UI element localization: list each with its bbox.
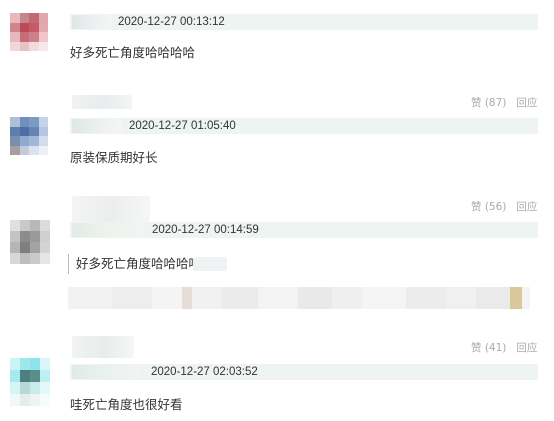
avatar[interactable] <box>10 117 48 155</box>
comment-header <box>70 364 538 380</box>
comment-timestamp: 2020-12-27 02:03:52 <box>151 366 258 378</box>
comment-actions: 赞 (41) 回应 <box>471 341 537 355</box>
comment-text: 哇死亡角度也很好看 <box>70 397 183 412</box>
reply-button[interactable]: 回应 <box>516 201 537 213</box>
quoted-comment: 好多死亡角度哈哈哈哈 <box>68 254 227 274</box>
username[interactable] <box>72 95 132 109</box>
username[interactable] <box>72 365 140 379</box>
image-strip[interactable] <box>68 287 530 309</box>
quoted-username <box>193 257 227 271</box>
username[interactable] <box>72 223 144 237</box>
comment-text: 好多死亡角度哈哈哈哈 <box>70 45 196 60</box>
username[interactable] <box>72 119 122 133</box>
comment-timestamp: 2020-12-27 00:14:59 <box>152 224 259 236</box>
quoted-comment-text: 好多死亡角度哈哈哈哈 <box>76 256 202 271</box>
comment-timestamp: 2020-12-27 00:13:12 <box>118 16 225 28</box>
reply-button[interactable]: 回应 <box>516 97 537 109</box>
comment-actions: 赞 (56) 回应 <box>471 200 537 214</box>
like-button[interactable]: 赞 (56) <box>471 201 506 213</box>
username[interactable] <box>72 15 112 29</box>
avatar[interactable] <box>10 13 48 51</box>
comment-text: 原装保质期好长 <box>70 150 158 165</box>
avatar[interactable] <box>10 220 50 264</box>
like-button[interactable]: 赞 (41) <box>471 342 506 354</box>
avatar[interactable] <box>10 358 50 406</box>
comment-actions: 赞 (87) 回应 <box>471 96 537 110</box>
comment-timestamp: 2020-12-27 01:05:40 <box>129 120 236 132</box>
like-button[interactable]: 赞 (87) <box>471 97 506 109</box>
username[interactable] <box>72 196 150 222</box>
reply-button[interactable]: 回应 <box>516 342 537 354</box>
username[interactable] <box>72 336 134 358</box>
